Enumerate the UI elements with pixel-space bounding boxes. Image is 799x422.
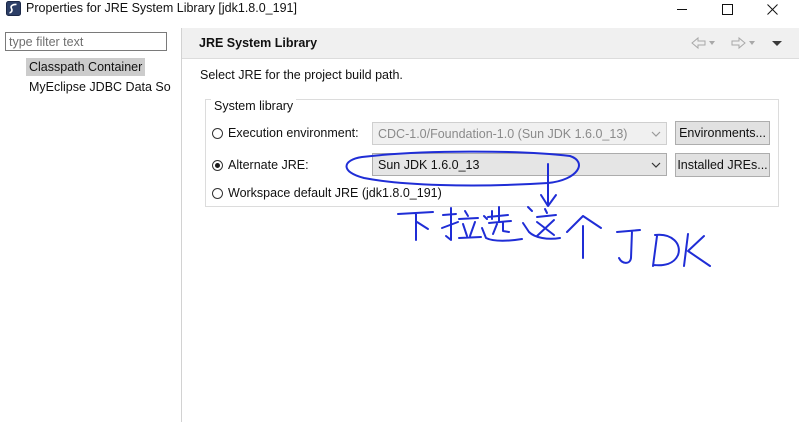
forward-arrow-icon [731, 36, 755, 50]
page-description: Select JRE for the project build path. [200, 68, 403, 82]
window-title: Properties for JRE System Library [jdk1.… [26, 1, 297, 15]
execution-environment-combo: CDC-1.0/Foundation-1.0 (Sun JDK 1.6.0_13… [372, 122, 667, 145]
pane-divider[interactable] [181, 28, 182, 422]
myeclipse-app-icon [6, 1, 21, 16]
back-arrow-icon [691, 36, 715, 50]
forward-button[interactable] [730, 35, 756, 51]
title-bar: Properties for JRE System Library [jdk1.… [0, 0, 799, 18]
alternate-jre-value: Sun JDK 1.6.0_13 [378, 158, 480, 172]
alternate-jre-radio[interactable] [212, 159, 223, 171]
page-header: JRE System Library [182, 28, 799, 59]
sidebar: Classpath Container MyEclipse JDBC Data … [0, 28, 181, 422]
installed-jres-button[interactable]: Installed JREs... [675, 153, 770, 177]
minimize-button[interactable] [659, 0, 705, 18]
maximize-icon [721, 3, 733, 15]
environments-button[interactable]: Environments... [675, 121, 770, 145]
close-icon [766, 3, 778, 15]
chevron-down-icon [651, 131, 661, 137]
tree-item-myeclipse-jdbc[interactable]: MyEclipse JDBC Data So [26, 78, 174, 96]
chevron-down-icon [651, 162, 661, 168]
close-button[interactable] [749, 0, 795, 18]
workspace-default-option[interactable]: Workspace default JRE (jdk1.8.0_191) [212, 185, 442, 201]
back-button[interactable] [690, 35, 716, 51]
page-title: JRE System Library [199, 36, 318, 50]
view-menu-button[interactable] [771, 35, 783, 51]
filter-input[interactable] [5, 32, 167, 51]
alternate-jre-combo[interactable]: Sun JDK 1.6.0_13 [372, 153, 667, 176]
execution-environment-label: Execution environment: [228, 126, 359, 140]
workspace-default-radio[interactable] [212, 187, 223, 199]
execution-environment-radio[interactable] [212, 127, 223, 139]
tree-item-classpath-container[interactable]: Classpath Container [26, 58, 146, 76]
system-library-label: System library [211, 99, 297, 113]
minimize-icon [677, 9, 687, 10]
view-menu-icon [772, 41, 782, 46]
workspace-default-label: Workspace default JRE (jdk1.8.0_191) [228, 186, 442, 200]
execution-environment-option[interactable]: Execution environment: [212, 125, 359, 141]
alternate-jre-label: Alternate JRE: [228, 158, 309, 172]
maximize-button[interactable] [704, 0, 750, 18]
execution-environment-value: CDC-1.0/Foundation-1.0 (Sun JDK 1.6.0_13… [378, 127, 628, 141]
alternate-jre-option[interactable]: Alternate JRE: [212, 157, 309, 173]
